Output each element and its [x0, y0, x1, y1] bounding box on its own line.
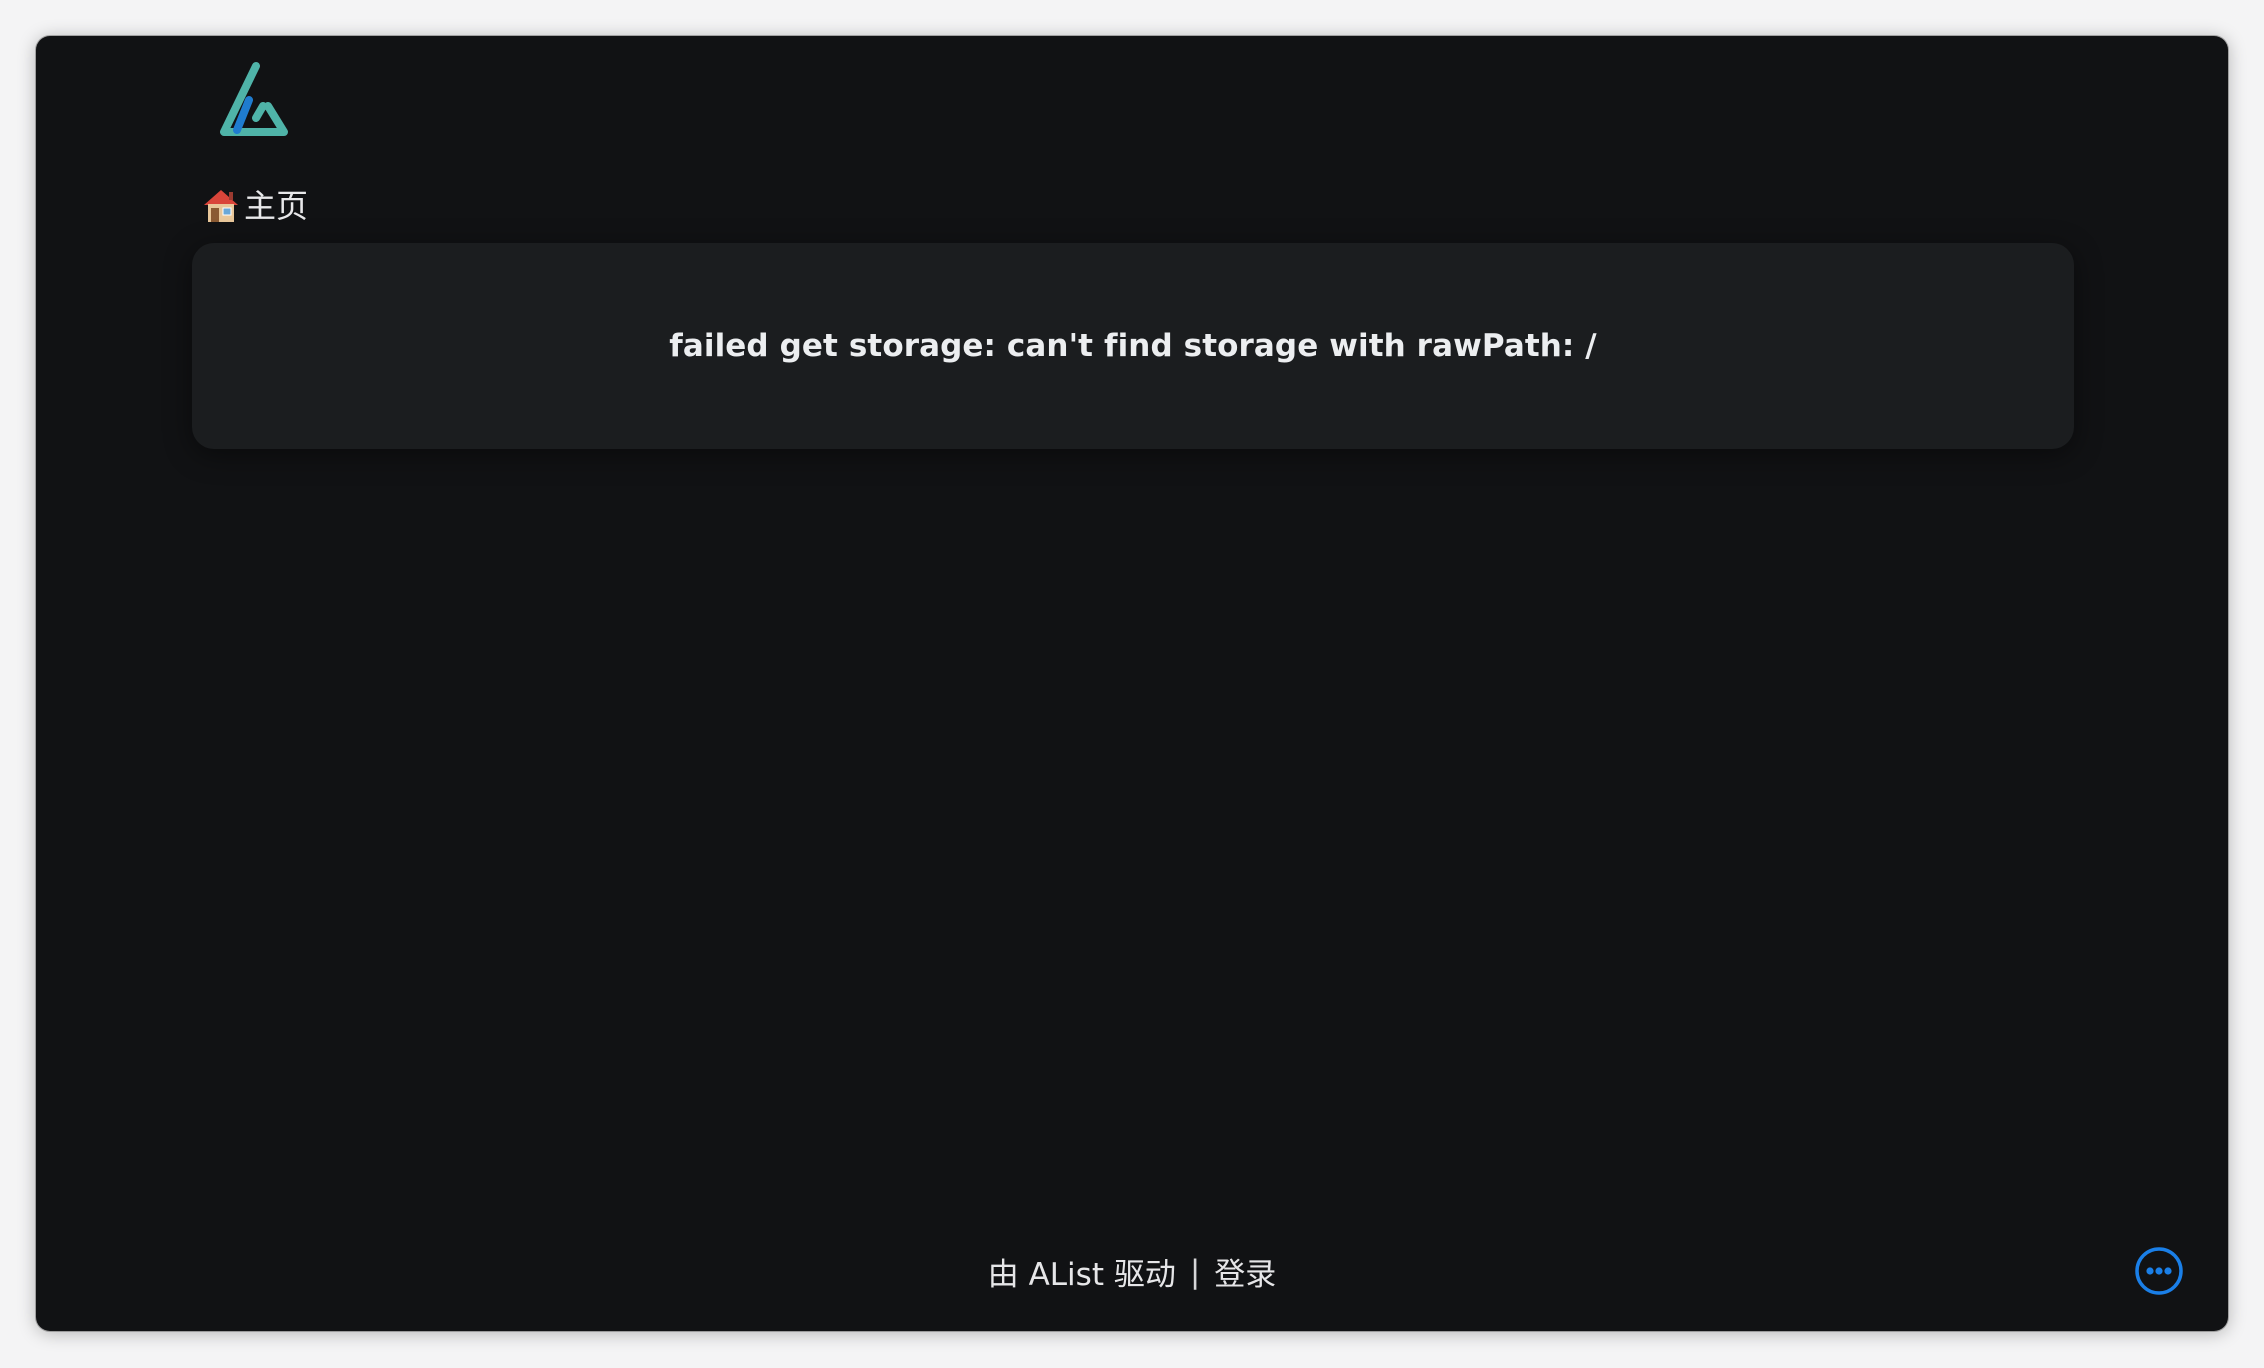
alist-logo-icon[interactable] [211, 56, 301, 146]
breadcrumb-home[interactable]: 主页 [202, 186, 308, 226]
house-icon [202, 187, 240, 225]
more-options-button[interactable] [2133, 1245, 2185, 1297]
login-link[interactable]: 登录 [1214, 1249, 1276, 1294]
more-horizontal-icon [2135, 1247, 2183, 1295]
powered-by-link[interactable]: 由 AList 驱动 [988, 1249, 1176, 1294]
footer: 由 AList 驱动 | 登录 [36, 1249, 2228, 1294]
error-message: failed get storage: can't find storage w… [669, 328, 1597, 364]
breadcrumb-label: 主页 [244, 187, 309, 225]
error-card: failed get storage: can't find storage w… [192, 243, 2074, 449]
app-window: 主页 failed get storage: can't find storag… [36, 36, 2228, 1331]
footer-separator: | [1189, 1253, 1201, 1290]
